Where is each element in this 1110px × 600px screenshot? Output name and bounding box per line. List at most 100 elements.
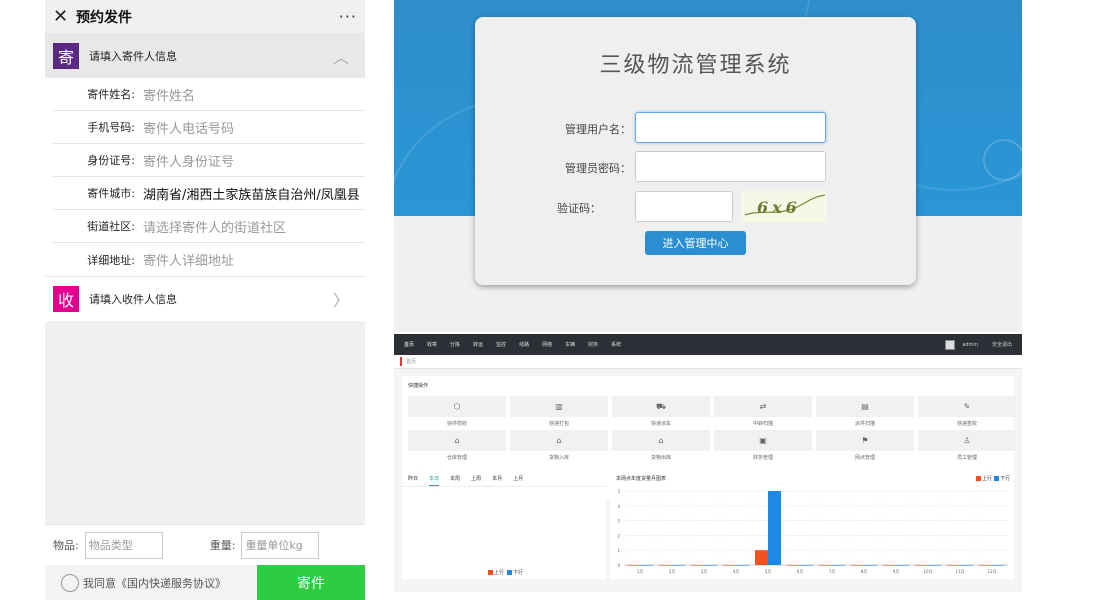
agreement-row[interactable]: 我同意《国内快递服务协议》 [45, 565, 257, 600]
bar-down [992, 565, 1005, 566]
close-icon[interactable]: ✕ [53, 6, 73, 27]
x-tick-label: 10月 [923, 569, 932, 574]
nav-item[interactable]: 监控 [496, 341, 506, 348]
send-button[interactable]: 寄件 [257, 565, 365, 600]
login-card: 三级物流管理系统 管理用户名： 管理员密码： 验证码： 6x6 进入管理中心 [475, 17, 916, 285]
bar-up [979, 565, 992, 566]
sender-section-header[interactable]: 寄 请填入寄件人信息 ︿ [45, 33, 365, 78]
sender-phone-input[interactable]: 寄件人电话号码 [143, 118, 234, 137]
sender-address-input[interactable]: 寄件人详细地址 [143, 250, 234, 269]
sender-city-row[interactable]: 寄件城市: 湖南省/湘西土家族苗族自治州/凤凰县 [53, 177, 365, 210]
breadcrumb-marker [400, 357, 402, 366]
tab-yesterday[interactable]: 昨日 [408, 475, 418, 486]
sender-id-input[interactable]: 寄件人身份证号 [143, 151, 234, 170]
quick-action-tile[interactable]: ⌂ [408, 430, 506, 451]
bar-down [864, 565, 877, 566]
house-out-icon: ⌂ [658, 436, 664, 445]
quick-action-tile[interactable]: ⇄ [714, 396, 812, 417]
quick-action-label: 快递签收 [956, 421, 977, 427]
package-icon: ▥ [555, 402, 563, 411]
bar-up [883, 565, 896, 566]
nav-item[interactable]: 收寄 [427, 341, 437, 348]
quick-action-tile[interactable]: ⌂ [612, 430, 710, 451]
captcha-image[interactable]: 6x6 [741, 191, 827, 222]
bar-up [851, 565, 864, 566]
nav-item[interactable]: 财务 [588, 341, 598, 348]
quick-action-tile[interactable]: ▣ [714, 430, 812, 451]
logout-link[interactable]: 安全退出 [992, 341, 1012, 348]
password-input[interactable] [635, 151, 826, 182]
bar-up [723, 565, 736, 566]
agree-radio[interactable] [61, 573, 79, 592]
y-tick-label: 4 [617, 504, 620, 509]
sender-name-input[interactable]: 寄件姓名 [143, 85, 195, 104]
quick-action-tile[interactable]: ✎ [918, 396, 1016, 417]
sender-city-select[interactable]: 湖南省/湘西土家族苗族自治州/凤凰县 [143, 184, 360, 203]
quick-action-tile[interactable]: ⌂ [510, 430, 608, 451]
network-icon: ⚑ [861, 436, 869, 445]
x-tick-label: 2月 [669, 569, 676, 574]
more-icon[interactable]: ··· [339, 7, 357, 26]
chevron-up-icon: ︿ [332, 47, 349, 67]
bar-up [819, 565, 832, 566]
quick-action-tile[interactable]: ⚑ [816, 430, 914, 451]
nav-item[interactable]: 分拣 [450, 341, 460, 348]
sender-id-row[interactable]: 身份证号: 寄件人身份证号 [53, 144, 365, 177]
captcha-input[interactable] [635, 191, 733, 222]
sender-phone-row[interactable]: 手机号码: 寄件人电话号码 [53, 111, 365, 144]
chevron-right-icon: 〉 [332, 291, 349, 310]
avatar[interactable] [945, 339, 956, 350]
quick-action-tile[interactable]: ♙ [918, 430, 1016, 451]
x-tick-label: 11月 [955, 569, 964, 574]
field-label: 手机号码: [87, 121, 135, 134]
tab-this-week[interactable]: 本周 [450, 475, 460, 486]
login-page: 三级物流管理系统 管理用户名： 管理员密码： 验证码： 6x6 进入管理中心 [394, 0, 1022, 332]
quick-action-tile[interactable]: ⬡ [408, 396, 506, 417]
nav-item[interactable]: 转运 [473, 341, 483, 348]
nav-item[interactable]: 车辆 [565, 341, 575, 348]
nav-item[interactable]: 线路 [519, 341, 529, 348]
weight-label: 重量: [209, 539, 236, 552]
legend-swatch-down [993, 476, 999, 481]
quick-action-label: 网点管理 [854, 455, 875, 461]
nav-item[interactable]: 系统 [611, 341, 621, 348]
receiver-section-title: 请填入收件人信息 [89, 293, 177, 306]
quick-action-tile[interactable]: ⛟ [612, 396, 710, 417]
bar-down [896, 565, 909, 566]
bar-up [787, 565, 800, 566]
tab-last-month[interactable]: 上月 [513, 475, 523, 486]
sender-name-row[interactable]: 寄件姓名: 寄件姓名 [53, 78, 365, 111]
nav-item-home[interactable]: 首页 [404, 341, 414, 348]
shuffle-icon: ⇄ [759, 402, 767, 411]
quick-actions-title: 快捷操作 [408, 383, 429, 389]
warehouse-icon: ⌂ [454, 436, 460, 445]
tab-this-month[interactable]: 本月 [492, 475, 502, 486]
bar-down [672, 565, 685, 566]
agreement-text: 我同意《国内快递服务协议》 [83, 576, 226, 590]
receiver-section-header[interactable]: 收 请填入收件人信息 〉 [45, 276, 365, 321]
quick-action-label: 派件扫描 [854, 421, 875, 427]
y-tick-label: 1 [617, 548, 620, 553]
username-input[interactable] [635, 112, 826, 143]
quick-action-tile[interactable]: ▥ [510, 396, 608, 417]
weight-input[interactable]: 重量单位kg [241, 531, 320, 559]
bar-up [627, 565, 640, 566]
admin-name[interactable]: admin [962, 342, 978, 348]
sender-address-row[interactable]: 详细地址: 寄件人详细地址 [53, 243, 365, 276]
field-label: 寄件姓名: [87, 88, 135, 101]
nav-item[interactable]: 网络 [542, 341, 552, 348]
mobile-top-bar: ✕ 预约发件 ··· [45, 0, 365, 33]
field-label: 身份证号: [87, 154, 135, 167]
quick-action-label: 中转扫描 [752, 421, 773, 427]
sender-street-select[interactable]: 请选择寄件人的街道社区 [143, 217, 286, 236]
breadcrumb-home[interactable]: 首页 [406, 358, 416, 365]
goods-type-input[interactable]: 物品类型 [84, 531, 163, 559]
quick-action-tile[interactable]: ▤ [816, 396, 914, 417]
bar-up [947, 565, 960, 566]
quick-action-label: 仓库管理 [446, 455, 467, 461]
login-button[interactable]: 进入管理中心 [645, 231, 746, 255]
tab-today[interactable]: 本日 [429, 475, 440, 486]
sender-street-row[interactable]: 街道社区: 请选择寄件人的街道社区 [53, 210, 365, 243]
breadcrumb: 首页 [394, 355, 1022, 369]
tab-last-week[interactable]: 上周 [471, 475, 481, 486]
